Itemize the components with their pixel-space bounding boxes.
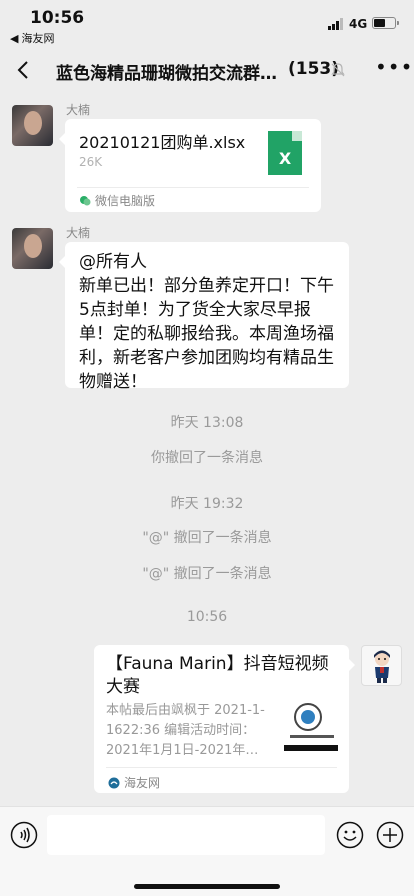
recall-notice: "@" 撤回了一条消息 xyxy=(142,530,272,546)
back-app-label: 海友网 xyxy=(21,32,55,45)
card-divider xyxy=(77,187,309,188)
plus-more-icon[interactable] xyxy=(376,821,404,849)
haiyou-logo-icon xyxy=(108,777,120,788)
file-source: 微信电脑版 xyxy=(79,192,155,209)
message-input[interactable] xyxy=(47,815,325,855)
file-source-label: 微信电脑版 xyxy=(95,194,156,208)
sender-name: 大楠 xyxy=(66,226,91,240)
timestamp: 昨天 13:08 xyxy=(170,415,244,431)
sender-avatar[interactable] xyxy=(12,105,53,146)
emoji-icon[interactable] xyxy=(336,821,364,849)
file-message-card[interactable]: 20210121团购单.xlsx 26K X 微信电脑版 xyxy=(59,119,321,212)
home-indicator xyxy=(134,884,280,889)
link-source-label: 海友网 xyxy=(124,776,161,790)
message-text: @所有人 新单已出！部分鱼养定开口！下午5点封单！为了货全大家尽早报单！定的私聊… xyxy=(79,252,334,392)
link-thumbnail xyxy=(284,699,338,753)
back-to-app-link[interactable]: ◀ 海友网 xyxy=(10,30,54,46)
link-title: 【Fauna Marin】抖音短视频大赛 xyxy=(106,654,329,697)
recall-notice: 你撤回了一条消息 xyxy=(151,450,263,466)
signal-icon xyxy=(328,18,343,30)
voice-input-icon[interactable] xyxy=(10,821,38,849)
timestamp: 10:56 xyxy=(186,609,228,625)
file-name: 20210121团购单.xlsx xyxy=(79,133,246,152)
text-message-bubble[interactable]: @所有人 新单已出！部分鱼养定开口！下午5点封单！为了货全大家尽早报单！定的私聊… xyxy=(59,242,349,392)
mute-bell-icon xyxy=(331,63,345,77)
link-card-message[interactable]: 【Fauna Marin】抖音短视频大赛 本帖最后由飒枫于 2021-1-162… xyxy=(94,645,355,793)
back-arrow-icon[interactable] xyxy=(12,58,36,82)
card-divider xyxy=(106,767,337,768)
status-bar: 10:56 ◀ 海友网 4G xyxy=(0,0,414,46)
status-time: 10:56 xyxy=(30,8,85,28)
cartoon-avatar-icon xyxy=(374,650,390,683)
chat-title: 蓝色海精品珊瑚微拍交流群… xyxy=(56,64,277,84)
chat-input-bar xyxy=(0,806,414,896)
excel-file-icon: X xyxy=(268,131,302,175)
sender-name: 大楠 xyxy=(66,103,91,117)
qr-logo-thumbnail-icon xyxy=(284,703,338,751)
back-triangle-icon: ◀ xyxy=(10,31,19,45)
my-avatar[interactable] xyxy=(361,645,402,686)
timestamp: 昨天 19:32 xyxy=(170,496,244,512)
recall-notice: "@" 撤回了一条消息 xyxy=(142,566,272,582)
link-description: 本帖最后由飒枫于 2021-1-1622:36 编辑活动时间：2021年1月1日… xyxy=(106,703,265,758)
link-source: 海友网 xyxy=(108,774,160,791)
wechat-pc-icon xyxy=(80,195,91,205)
file-size: 26K xyxy=(79,155,103,169)
network-type: 4G xyxy=(349,17,368,31)
more-options-icon[interactable]: ••• xyxy=(375,57,412,79)
chat-header: 蓝色海精品珊瑚微拍交流群… (153) ••• xyxy=(0,46,414,94)
battery-icon xyxy=(372,17,399,29)
sender-avatar[interactable] xyxy=(12,228,53,269)
